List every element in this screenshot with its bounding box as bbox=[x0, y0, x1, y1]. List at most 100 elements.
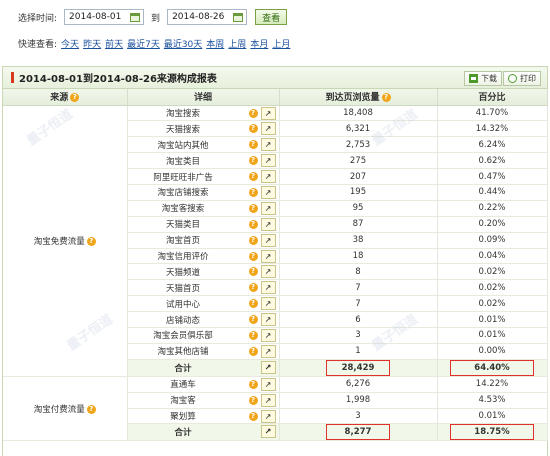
page-views-cell: 6 bbox=[279, 311, 438, 328]
print-button[interactable]: 打印 bbox=[503, 71, 541, 86]
calendar-icon[interactable] bbox=[130, 12, 141, 22]
table-row: 淘宝免费流量? 淘宝搜索? ↗ 18,408 41.70% bbox=[3, 105, 548, 377]
detail-cell: 淘宝类目? ↗ bbox=[127, 152, 280, 170]
question-icon[interactable]: ? bbox=[248, 235, 258, 245]
quick-link-yesterday[interactable]: 昨天 bbox=[83, 37, 101, 50]
question-icon[interactable]: ? bbox=[248, 187, 258, 197]
quick-link-this-week[interactable]: 本周 bbox=[206, 37, 224, 50]
date-filter: 选择时间: 2014-08-01 到 2014-08-26 查看 bbox=[18, 9, 288, 25]
detail-cell: 店铺动态? ↗ bbox=[127, 311, 280, 328]
quick-link-last-7-days[interactable]: 最近7天 bbox=[127, 37, 160, 50]
percent-cell: 6.24% bbox=[437, 136, 548, 154]
question-icon[interactable]: ? bbox=[86, 404, 96, 414]
page-views-cell: 275 bbox=[279, 152, 438, 170]
end-date-field[interactable]: 2014-08-26 bbox=[167, 9, 248, 25]
source-paid-traffic: 淘宝付费流量? bbox=[3, 376, 128, 442]
report-header: 2014-08-01到2014-08-26来源构成报表 下载 打印 bbox=[3, 67, 547, 89]
quick-link-last-week[interactable]: 上周 bbox=[228, 37, 246, 50]
highlighted-total-percent: 64.40% bbox=[450, 359, 534, 376]
table-header-row: 来源? 详细 到达页浏览量? 百分比 bbox=[3, 89, 548, 106]
page-views-cell: 28,429 bbox=[279, 359, 438, 377]
download-icon bbox=[469, 74, 478, 83]
trend-chart-icon[interactable]: ↗ bbox=[260, 409, 276, 423]
detail-cell: 淘宝搜索? ↗ bbox=[127, 105, 280, 122]
question-icon[interactable]: ? bbox=[248, 219, 258, 229]
trend-chart-icon[interactable]: ↗ bbox=[260, 328, 276, 342]
question-icon[interactable]: ? bbox=[248, 379, 258, 389]
trend-chart-icon[interactable]: ↗ bbox=[260, 265, 276, 279]
quick-link-last-month[interactable]: 上月 bbox=[272, 37, 290, 50]
question-icon[interactable]: ? bbox=[381, 93, 391, 103]
question-icon[interactable]: ? bbox=[248, 124, 258, 134]
detail-cell: 试用中心? ↗ bbox=[127, 295, 280, 313]
quick-link-today[interactable]: 今天 bbox=[61, 37, 79, 50]
page-views-cell: 8,277 bbox=[279, 423, 438, 442]
trend-chart-icon[interactable]: ↗ bbox=[260, 233, 276, 247]
question-icon[interactable]: ? bbox=[86, 236, 96, 246]
column-page-views: 到达页浏览量? bbox=[279, 89, 438, 106]
detail-cell: 阿里旺旺非广告? ↗ bbox=[127, 168, 280, 185]
question-icon[interactable]: ? bbox=[248, 283, 258, 293]
trend-chart-icon[interactable]: ↗ bbox=[260, 344, 276, 358]
question-icon[interactable]: ? bbox=[248, 251, 258, 261]
percent-cell: 0.04% bbox=[437, 248, 548, 265]
trend-chart-icon[interactable]: ↗ bbox=[260, 138, 276, 152]
start-date-field[interactable]: 2014-08-01 bbox=[64, 9, 145, 25]
trend-chart-icon[interactable]: ↗ bbox=[260, 377, 276, 391]
page-views-cell: 7 bbox=[279, 295, 438, 313]
question-icon[interactable]: ? bbox=[248, 156, 258, 166]
detail-cell: 天猫类目? ↗ bbox=[127, 216, 280, 233]
question-icon[interactable]: ? bbox=[248, 315, 258, 325]
question-icon[interactable]: ? bbox=[248, 330, 258, 340]
trend-chart-icon[interactable]: ↗ bbox=[260, 249, 276, 263]
calendar-icon[interactable] bbox=[233, 12, 244, 22]
title-marker bbox=[11, 72, 14, 83]
page-views-cell: 6,276 bbox=[279, 376, 438, 393]
to-label: 到 bbox=[151, 13, 161, 24]
question-icon[interactable]: ? bbox=[248, 203, 258, 213]
trend-chart-icon[interactable]: ↗ bbox=[260, 313, 276, 327]
percent-cell: 41.70% bbox=[437, 105, 548, 122]
page-views-cell: 87 bbox=[279, 216, 438, 233]
question-icon[interactable]: ? bbox=[248, 140, 258, 150]
trend-chart-icon[interactable]: ↗ bbox=[260, 393, 276, 407]
page-views-cell: 207 bbox=[279, 168, 438, 185]
question-icon[interactable]: ? bbox=[248, 108, 258, 118]
trend-chart-icon[interactable]: ↗ bbox=[260, 297, 276, 311]
report-title: 2014-08-01到2014-08-26来源构成报表 bbox=[19, 74, 217, 85]
trend-chart-icon[interactable]: ↗ bbox=[260, 201, 276, 215]
percent-cell: 0.44% bbox=[437, 184, 548, 201]
query-button[interactable]: 查看 bbox=[255, 9, 288, 25]
quick-link-day-before[interactable]: 前天 bbox=[105, 37, 123, 50]
percent-cell: 0.00% bbox=[437, 343, 548, 360]
trend-chart-icon[interactable]: ↗ bbox=[260, 122, 276, 136]
trend-chart-icon[interactable]: ↗ bbox=[260, 281, 276, 295]
trend-chart-icon[interactable]: ↗ bbox=[260, 106, 276, 120]
trend-chart-icon[interactable]: ↗ bbox=[260, 425, 276, 439]
download-button[interactable]: 下载 bbox=[464, 71, 502, 86]
trend-chart-icon[interactable]: ↗ bbox=[260, 360, 276, 374]
detail-cell: 淘宝其他店铺? ↗ bbox=[127, 343, 280, 360]
percent-cell: 64.40% bbox=[437, 359, 548, 377]
page-views-cell: 3 bbox=[279, 408, 438, 425]
question-icon[interactable]: ? bbox=[248, 346, 258, 356]
trend-chart-icon[interactable]: ↗ bbox=[260, 217, 276, 231]
trend-chart-icon[interactable]: ↗ bbox=[260, 154, 276, 168]
percent-cell: 0.01% bbox=[437, 327, 548, 344]
question-icon[interactable]: ? bbox=[70, 93, 80, 103]
question-icon[interactable]: ? bbox=[248, 299, 258, 309]
question-icon[interactable]: ? bbox=[248, 172, 258, 182]
detail-cell: 天猫首页? ↗ bbox=[127, 279, 280, 297]
quick-view: 快速查看: 今天 昨天 前天 最近7天 最近30天 本周 上周 本月 上月 bbox=[18, 36, 294, 50]
question-icon[interactable]: ? bbox=[248, 395, 258, 405]
quick-link-last-30-days[interactable]: 最近30天 bbox=[164, 37, 202, 50]
print-label: 打印 bbox=[520, 74, 536, 83]
trend-chart-icon[interactable]: ↗ bbox=[260, 185, 276, 199]
page-views-cell: 3 bbox=[279, 327, 438, 344]
question-icon[interactable]: ? bbox=[248, 411, 258, 421]
question-icon[interactable]: ? bbox=[248, 267, 258, 277]
trend-chart-icon[interactable]: ↗ bbox=[260, 170, 276, 184]
quick-link-this-month[interactable]: 本月 bbox=[250, 37, 268, 50]
page-views-cell: 95 bbox=[279, 200, 438, 217]
detail-cell: 淘宝站内其他? ↗ bbox=[127, 136, 280, 154]
